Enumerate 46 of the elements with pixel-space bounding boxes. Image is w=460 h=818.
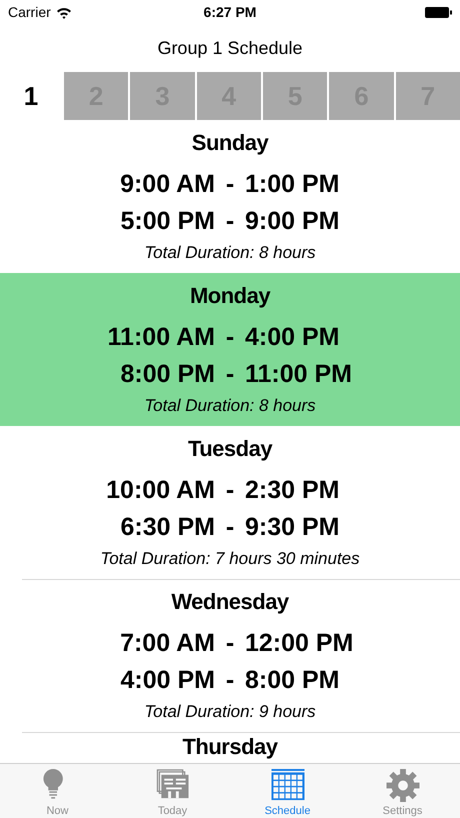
- end-time: 11:00 PM: [245, 360, 352, 389]
- newspaper-stack-icon: [156, 769, 188, 798]
- tab-bar-item[interactable]: Settings: [345, 764, 460, 818]
- calendar-icon: [271, 769, 304, 800]
- end-time: 8:00 PM: [245, 666, 340, 695]
- time-dash: -: [226, 666, 234, 695]
- total-duration: Total Duration: 8 hours: [144, 396, 316, 415]
- start-time: 7:00 AM: [120, 629, 215, 658]
- day-heading: Thursday: [182, 734, 278, 759]
- day-heading: Sunday: [192, 130, 268, 155]
- day-heading: Wednesday: [171, 589, 289, 614]
- day-heading: Monday: [190, 283, 270, 308]
- time-dash: -: [226, 360, 234, 389]
- start-time: 6:30 PM: [120, 513, 215, 542]
- end-time: 1:00 PM: [245, 170, 340, 199]
- time-dash: -: [226, 323, 234, 352]
- start-time: 5:00 PM: [120, 207, 215, 236]
- battery-icon: [425, 6, 452, 18]
- time-dash: -: [226, 513, 234, 542]
- wifi-icon: [56, 6, 72, 18]
- start-time: 4:00 PM: [120, 666, 215, 695]
- time-dash: -: [226, 629, 234, 658]
- time-dash: -: [226, 207, 234, 236]
- settings-icon: [386, 769, 419, 802]
- start-time: 11:00 AM: [108, 323, 215, 352]
- screen-title: Group 1 Schedule: [157, 38, 303, 58]
- total-duration: Total Duration: 8 hours: [144, 243, 316, 262]
- end-time: 9:30 PM: [245, 513, 340, 542]
- status-time: 6:27 PM: [204, 4, 256, 20]
- tab-bar-item[interactable]: Today: [115, 764, 230, 818]
- tab-bar-item[interactable]: Now: [0, 764, 115, 818]
- end-time: 2:30 PM: [245, 476, 340, 505]
- start-time: 8:00 PM: [120, 360, 215, 389]
- lightbulb-icon: [42, 769, 62, 799]
- start-time: 10:00 AM: [106, 476, 215, 505]
- start-time: 9:00 AM: [120, 170, 215, 199]
- time-dash: -: [226, 170, 234, 199]
- end-time: 4:00 PM: [245, 323, 340, 352]
- total-duration: Total Duration: 7 hours 30 minutes: [100, 549, 360, 568]
- total-duration: Total Duration: 9 hours: [144, 702, 316, 721]
- day-heading: Tuesday: [188, 436, 272, 461]
- end-time: 9:00 PM: [245, 207, 340, 236]
- tab-bar-item[interactable]: Schedule: [230, 764, 345, 818]
- end-time: 12:00 PM: [245, 629, 354, 658]
- carrier-label: Carrier: [8, 4, 51, 20]
- time-dash: -: [226, 476, 234, 505]
